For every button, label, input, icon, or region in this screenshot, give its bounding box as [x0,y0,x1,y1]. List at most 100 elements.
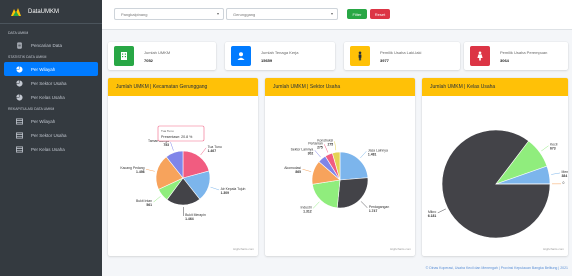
stat-label: Pemilik Usaha Perempuan [500,49,548,55]
table-icon [16,145,23,153]
female-icon [477,51,483,61]
data-label: Bukit Merapin 1.464 [185,213,206,221]
stat-icon-box [350,46,370,66]
chevron-down-icon: ▾ [330,11,333,16]
data-label: Tua Tunu 1.467 [208,145,222,153]
table-icon [16,131,23,139]
sidebar-item-label: Per Wilayah [31,118,56,124]
kecamatan-select[interactable]: Gerunggang ▾ [226,8,338,20]
brand-name: DataUMKM [28,8,60,15]
sidebar-item-statistik-per-kelas-usaha[interactable]: Per Kelas Usaha [4,90,98,104]
chart-tooltip: Tua Tunu Presentase: 20.8 % [157,125,205,142]
stat-value: 3064 [500,57,509,63]
chart-panel-sektor-usaha: Jumlah UMKM | Sektor Usaha Jasa Lainnya 1… [265,78,415,256]
filter-button[interactable]: Filter [347,9,367,19]
kecamatan-select-value: Gerunggang [233,12,256,17]
sidebar-item-statistik-per-wilayah[interactable]: Per Wilayah [4,62,98,76]
stat-card-tenaga-kerja: Jumlah Tenaga Kerja 15659 [225,42,335,70]
data-label: Kacang Pedang 1.498 [120,166,144,174]
stat-card-pemilik-perempuan: Pemilik Usaha Perempuan 3064 [464,42,568,70]
panel-title: Jumlah UMKM | Kelas Usaha [422,78,568,96]
chart-credits[interactable]: Highcharts.com [390,247,411,251]
sidebar-item-pencarian-data[interactable]: Pencarian Data [4,38,98,52]
stat-card-jumlah-umkm: Jumlah UMKM 7052 [108,42,216,70]
sidebar-item-statistik-per-sektor-usaha[interactable]: Per Sektor Usaha [4,76,98,90]
stat-label: Jumlah UMKM [144,49,171,55]
stat-value: 3977 [380,57,389,63]
reset-button[interactable]: Reset [370,9,390,19]
filter-bar: Pangkalpinang ▾ Gerunggang ▾ Filter Rese… [102,0,572,30]
chart-panel-wilayah: Jumlah UMKM | Kecamatan Gerunggang Tua T… [108,78,258,256]
user-icon [237,52,245,60]
sidebar-item-label: Per Kelas Usaha [31,146,65,152]
pie-chart-wilayah: Tua Tunu 1.467 Air Kepala Tujuh 1.309 Bukit … [120,125,254,251]
tooltip-title: Tua Tunu [161,129,174,133]
data-label-connector [312,201,320,209]
chart-credits[interactable]: Highcharts.com [233,247,254,251]
stat-label: Jumlah Tenaga Kerja [261,49,299,55]
sidebar-item-label: Per Sektor Usaha [31,132,67,138]
stat-icon-box [231,46,251,66]
file-icon [17,41,22,49]
data-label: Mikro 6.181 [428,210,437,218]
brand[interactable]: DataUMKM [0,0,102,24]
data-label-connector [334,141,337,151]
pie-slice-jasa-lainnya[interactable] [339,151,369,181]
data-label: Industri 1.312 [301,205,312,213]
data-label: Menengah384 [562,170,568,178]
kabupaten-select[interactable]: Pangkalpinang ▾ [114,8,224,20]
data-label-connector [145,168,155,172]
panel-title: Jumlah UMKM | Sektor Usaha [265,78,415,96]
sidebar-item-rekap-per-kelas-usaha[interactable]: Per Kelas Usaha [4,142,98,156]
pie-slice-industri[interactable] [311,179,341,209]
stat-icon-box [114,46,134,66]
data-label-connector [541,145,549,152]
app-logo-icon [11,7,21,16]
kabupaten-select-value: Pangkalpinang [121,12,148,17]
data-label-connector [360,151,367,159]
tooltip-value: Presentase: 20.8 % [161,135,193,139]
sidebar-item-label: Per Sektor Usaha [31,80,67,86]
data-label: Bukit Intan 561 [136,199,152,207]
sidebar-item-rekap-per-sektor-usaha[interactable]: Per Sektor Usaha [4,128,98,142]
building-icon [121,52,127,60]
chart-credits[interactable]: Highcharts.com [543,247,564,251]
pie-icon [16,93,23,101]
stat-value: 7052 [144,57,153,63]
stat-value: 15659 [261,57,273,63]
data-label-connector [302,168,312,172]
data-label: Jasa Lainnya 1.481 [368,148,388,156]
stat-label: Pemilik Usaha Laki-laki [380,49,422,55]
male-icon [358,51,362,61]
data-label-connector [200,147,207,156]
data-label-connector [437,208,446,214]
sidebar-section-title: DATA UMKM [8,31,29,35]
data-label-connector [314,150,321,158]
stat-icon-box [470,46,490,66]
sidebar-item-label: Pencarian Data [31,42,63,48]
data-label-connector [210,186,220,191]
data-label: Sektor Lainnya 302 [291,147,314,155]
data-label-connector [153,196,161,203]
data-label-connector [170,142,174,151]
data-label: Akomodasi 865 [284,166,301,174]
table-icon [16,117,23,125]
chart-panel-kelas-usaha: Jumlah UMKM | Kelas Usaha Mikro 6.181 Keci… [422,78,568,256]
sidebar-section-title: REKAPITULASI DATA UMKM [8,107,55,111]
pie-chart-sektor-usaha: Jasa Lainnya 1.481 Perdagangan 1.747 Industr… [284,138,411,251]
pie-icon [16,65,23,73]
footer-text: © Dinas Koperasi, Usaha Kecil dan Meneng… [425,266,568,270]
data-label: 0 [562,181,564,185]
sidebar: DataUMKM DATA UMKM Pencarian Data STATIS… [0,0,102,276]
data-label-connector [551,172,561,175]
sidebar-item-label: Per Kelas Usaha [31,94,65,100]
sidebar-section-title: STATISTIK DATA UMKM [8,55,47,59]
data-label: Kecil 673 [550,143,558,151]
stat-card-pemilik-laki-laki: Pemilik Usaha Laki-laki 3977 [344,42,460,70]
data-label: Air Kepala Tujuh 1.309 [221,187,246,195]
data-label: Perdagangan 1.747 [369,205,389,213]
sidebar-item-rekap-per-wilayah[interactable]: Per Wilayah [4,114,98,128]
panel-title: Jumlah UMKM | Kecamatan Gerunggang [108,78,258,96]
sidebar-item-label: Per Wilayah [31,66,56,72]
chevron-down-icon: ▾ [216,11,219,16]
